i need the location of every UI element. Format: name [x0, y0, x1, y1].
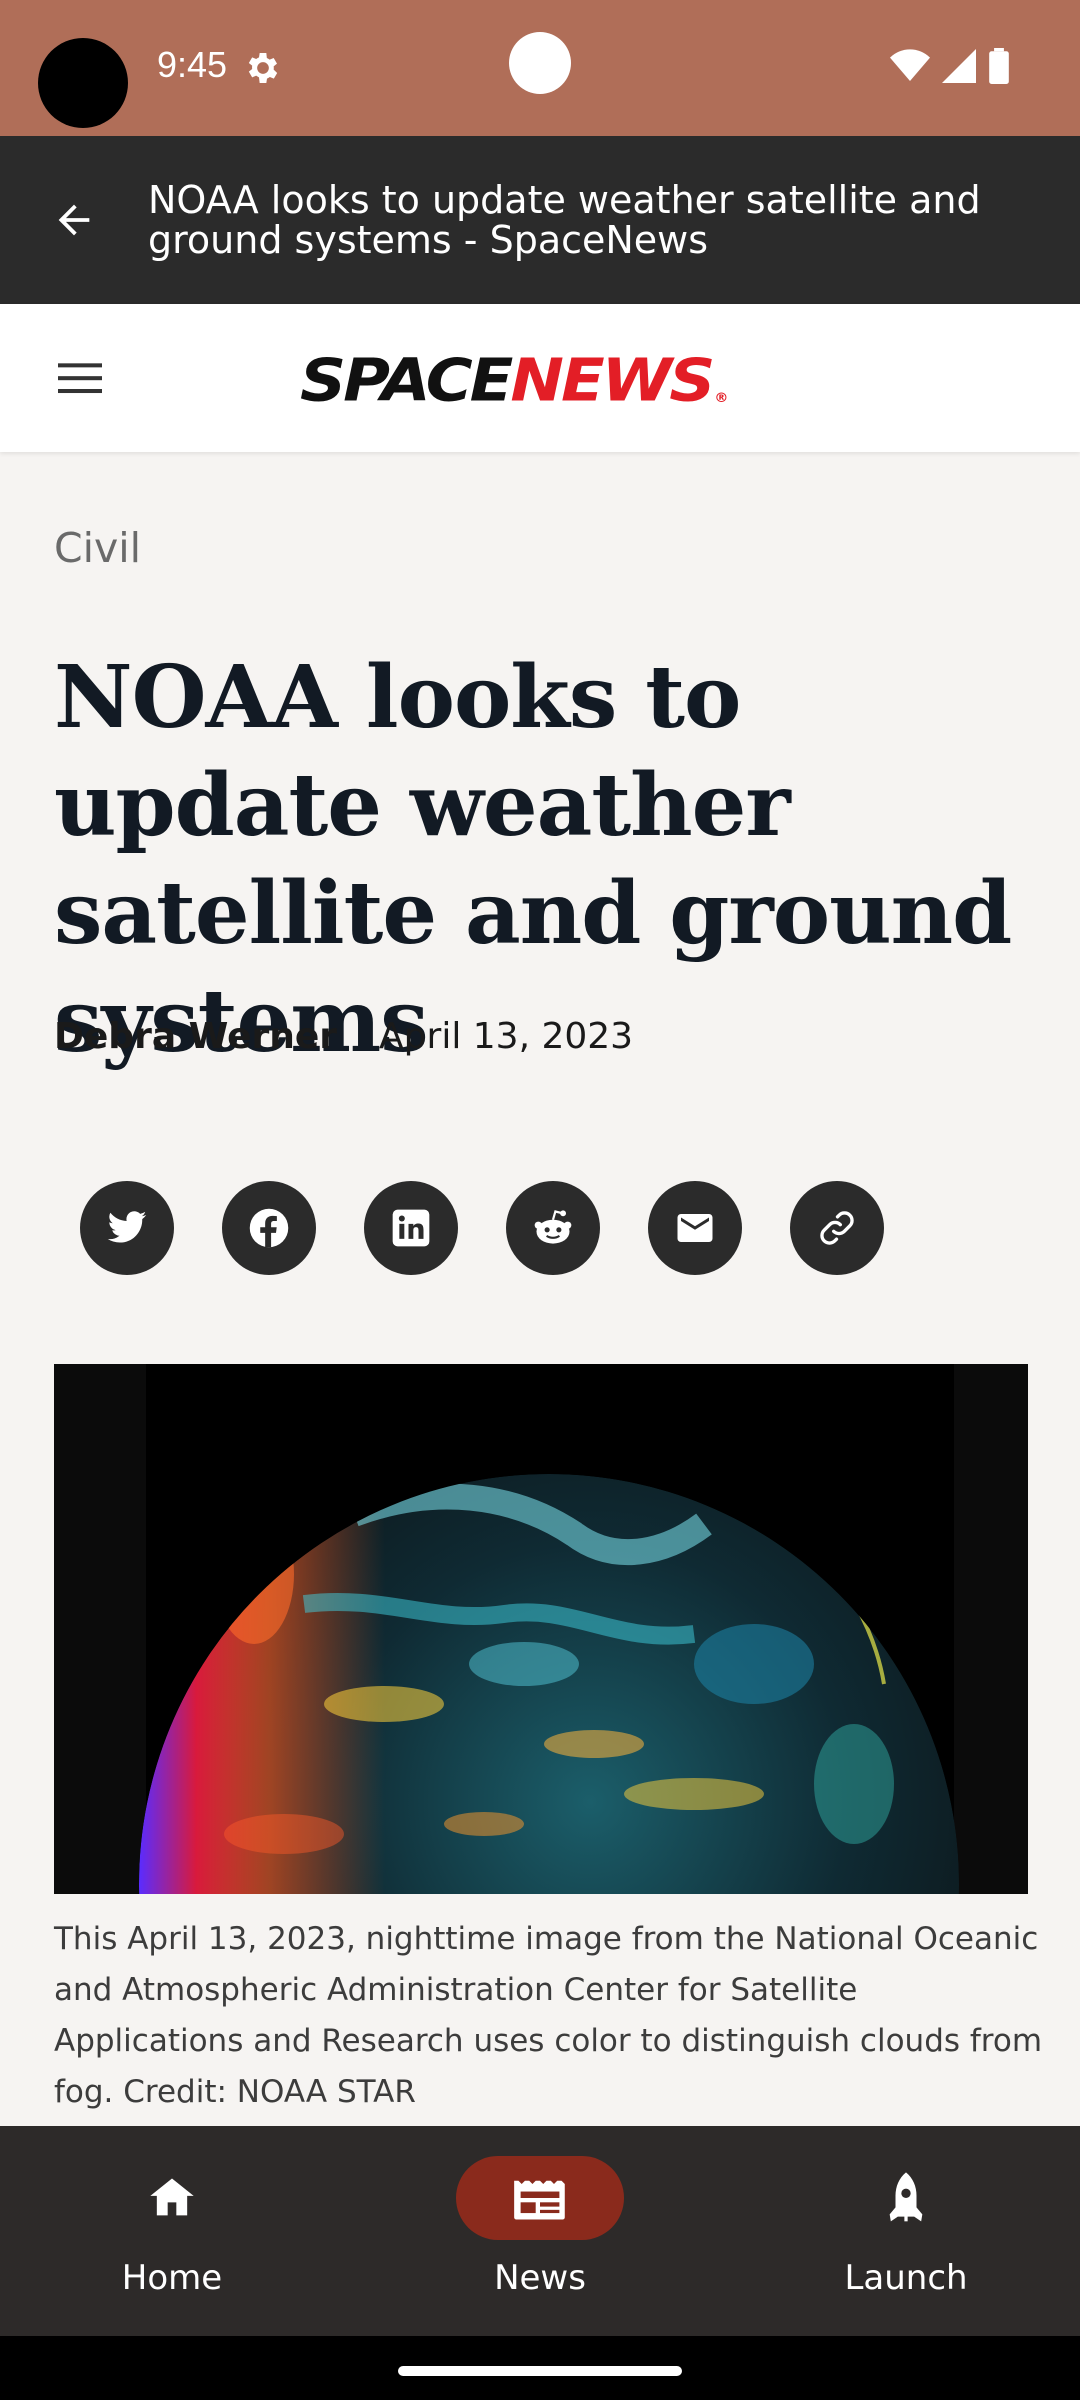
share-email-button[interactable] [648, 1181, 742, 1275]
wifi-icon [890, 49, 930, 81]
reddit-icon [534, 1210, 572, 1244]
share-reddit-button[interactable] [506, 1181, 600, 1275]
logo-registered-mark: ® [714, 391, 728, 406]
spacenews-logo[interactable]: SPACE NEWS ® [300, 346, 728, 416]
share-facebook-button[interactable] [222, 1181, 316, 1275]
nav-home[interactable]: Home [72, 2156, 272, 2316]
camera-punch-hole [509, 32, 571, 94]
twitter-icon [107, 1211, 147, 1243]
article-hero-image[interactable] [54, 1364, 1028, 1894]
front-camera [38, 38, 128, 128]
logo-space-text: SPACE [300, 346, 513, 416]
article-date: April 13, 2023 [379, 1016, 634, 1057]
nav-home-icon-wrap [88, 2156, 256, 2240]
menu-button[interactable] [50, 350, 110, 406]
hamburger-menu-icon [58, 363, 102, 394]
signal-icon [942, 49, 976, 83]
copy-link-button[interactable] [790, 1181, 884, 1275]
nav-news-icon-wrap [456, 2156, 624, 2240]
nav-launch-label: Launch [844, 2258, 968, 2298]
share-twitter-button[interactable] [80, 1181, 174, 1275]
byline: Debra Werner April 13, 2023 [54, 1016, 633, 1057]
home-gesture-bar[interactable] [398, 2366, 682, 2376]
settings-gear-icon [248, 53, 278, 83]
arrow-left-icon [58, 204, 90, 236]
article-category[interactable]: Civil [54, 524, 141, 572]
site-header: SPACE NEWS ® [0, 304, 1080, 452]
article-headline: NOAA looks to update weather satellite a… [54, 647, 1012, 1072]
rocket-icon [889, 2172, 923, 2222]
status-bar: 9:45 [0, 0, 1080, 136]
status-time: 9:45 [157, 44, 228, 85]
status-icons [890, 48, 1010, 84]
email-icon [677, 1214, 713, 1242]
share-linkedin-button[interactable] [364, 1181, 458, 1275]
earth-satellite-image [54, 1364, 1028, 1894]
share-buttons [80, 1181, 884, 1275]
link-icon [820, 1211, 854, 1245]
logo-news-text: NEWS [510, 346, 715, 416]
news-icon [514, 2180, 565, 2220]
battery-icon [989, 48, 1009, 84]
facebook-icon [249, 1208, 289, 1248]
app-bar: NOAA looks to update weather satellite a… [0, 136, 1080, 304]
page-title: NOAA looks to update weather satellite a… [148, 178, 981, 262]
bottom-navigation: Home News Launch [0, 2126, 1080, 2336]
nav-launch-icon-wrap [822, 2156, 990, 2240]
article-author[interactable]: Debra Werner [54, 1016, 337, 1057]
home-icon [150, 2178, 194, 2216]
nav-home-label: Home [121, 2258, 223, 2298]
nav-news[interactable]: News [440, 2156, 640, 2316]
nav-news-label: News [494, 2258, 586, 2298]
linkedin-icon [392, 1209, 430, 1247]
image-caption: This April 13, 2023, nighttime image fro… [54, 1921, 1043, 2110]
nav-launch[interactable]: Launch [806, 2156, 1006, 2316]
back-button[interactable] [40, 186, 108, 254]
